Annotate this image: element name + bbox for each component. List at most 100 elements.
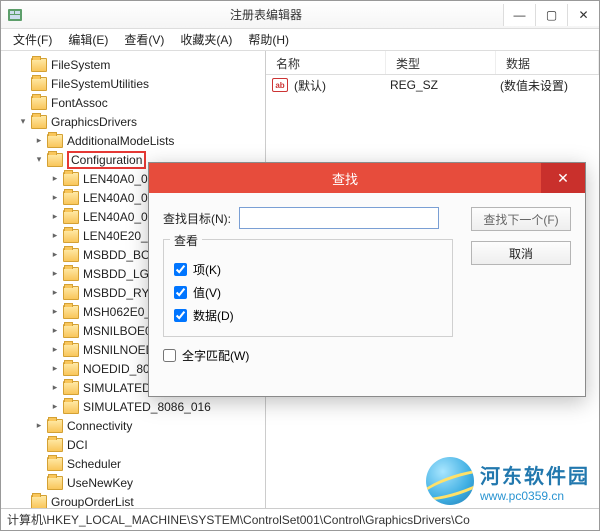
list-row[interactable]: ab (默认) REG_SZ (数值未设置) — [266, 75, 599, 95]
find-check-wholeword-box[interactable] — [163, 349, 176, 362]
col-type[interactable]: 类型 — [386, 51, 496, 74]
menu-favorites[interactable]: 收藏夹(A) — [172, 29, 240, 50]
find-next-button[interactable]: 查找下一个(F) — [471, 207, 571, 231]
watermark-url: www.pc0359.cn — [480, 489, 590, 503]
folder-icon — [63, 248, 79, 262]
expand-icon — [17, 78, 29, 90]
find-button-column: 查找下一个(F) 取消 — [471, 207, 571, 265]
watermark: 河东软件园 www.pc0359.cn — [426, 457, 590, 505]
tree-node[interactable]: ▸SIMULATED_8086_016 — [1, 397, 265, 416]
folder-icon — [63, 343, 79, 357]
tree-node[interactable]: FileSystemUtilities — [1, 74, 265, 93]
folder-icon — [63, 172, 79, 186]
find-dialog: 查找 ✕ 查找目标(N): 查看 项(K) 值(V) 数据(D) — [148, 162, 586, 397]
folder-icon — [63, 381, 79, 395]
col-name[interactable]: 名称 — [266, 51, 386, 74]
expand-icon[interactable]: ▸ — [33, 420, 45, 432]
tree-node-label: Connectivity — [67, 419, 132, 433]
find-target-input[interactable] — [239, 207, 439, 229]
folder-icon — [47, 457, 63, 471]
expand-icon[interactable]: ▸ — [33, 135, 45, 147]
folder-icon — [31, 96, 47, 110]
tree-node[interactable]: FontAssoc — [1, 93, 265, 112]
find-check-data[interactable]: 数据(D) — [174, 307, 442, 324]
find-dialog-titlebar[interactable]: 查找 ✕ — [149, 163, 585, 193]
col-data[interactable]: 数据 — [496, 51, 599, 74]
tree-node[interactable]: ▸AdditionalModeLists — [1, 131, 265, 150]
cell-name: (默认) — [294, 77, 390, 94]
tree-node[interactable]: FileSystem — [1, 55, 265, 74]
tree-node-label: DCI — [67, 438, 88, 452]
find-check-data-box[interactable] — [174, 309, 187, 322]
expand-icon[interactable]: ▾ — [17, 116, 29, 128]
folder-icon — [47, 438, 63, 452]
watermark-title: 河东软件园 — [480, 460, 590, 489]
menu-edit[interactable]: 编辑(E) — [60, 29, 116, 50]
expand-icon[interactable]: ▸ — [49, 230, 61, 242]
find-check-keys-box[interactable] — [174, 263, 187, 276]
find-check-wholeword[interactable]: 全字匹配(W) — [163, 347, 571, 364]
tree-node[interactable]: ▸ Connectivity — [1, 416, 265, 435]
tree-node[interactable]: UseNewKey — [1, 473, 265, 492]
menubar: 文件(F) 编辑(E) 查看(V) 收藏夹(A) 帮助(H) — [1, 29, 599, 51]
tree-node[interactable]: ▾ GraphicsDrivers — [1, 112, 265, 131]
expand-icon[interactable]: ▸ — [49, 325, 61, 337]
globe-icon — [426, 457, 474, 505]
maximize-button[interactable]: ▢ — [535, 4, 567, 26]
expand-icon[interactable]: ▸ — [49, 401, 61, 413]
menu-view[interactable]: 查看(V) — [116, 29, 172, 50]
folder-icon — [47, 419, 63, 433]
expand-icon[interactable]: ▸ — [49, 211, 61, 223]
titlebar: 注册表编辑器 — ▢ ✕ — [1, 1, 599, 29]
folder-icon — [63, 191, 79, 205]
menu-file[interactable]: 文件(F) — [5, 29, 60, 50]
folder-icon — [31, 77, 47, 91]
list-header: 名称 类型 数据 — [266, 51, 599, 75]
expand-icon[interactable]: ▸ — [49, 173, 61, 185]
folder-icon — [63, 305, 79, 319]
tree-node-label: LEN40A0_00 — [83, 172, 154, 186]
window-buttons: — ▢ ✕ — [503, 4, 599, 26]
expand-icon[interactable]: ▸ — [49, 382, 61, 394]
find-check-values[interactable]: 值(V) — [174, 284, 442, 301]
expand-icon[interactable]: ▸ — [49, 306, 61, 318]
close-button[interactable]: ✕ — [567, 4, 599, 26]
find-cancel-button[interactable]: 取消 — [471, 241, 571, 265]
tree-node-label: UseNewKey — [67, 476, 133, 490]
tree-node-label: GroupOrderList — [51, 495, 134, 509]
find-target-label: 查找目标(N): — [163, 210, 239, 227]
cell-type: REG_SZ — [390, 78, 500, 92]
tree-node-label: GraphicsDrivers — [51, 115, 137, 129]
find-check-keys[interactable]: 项(K) — [174, 261, 442, 278]
expand-icon — [33, 458, 45, 470]
tree-node-label: LEN40A0_00 — [83, 210, 154, 224]
expand-icon[interactable]: ▸ — [49, 344, 61, 356]
statusbar: 计算机\HKEY_LOCAL_MACHINE\SYSTEM\ControlSet… — [1, 508, 599, 530]
expand-icon[interactable]: ▾ — [33, 154, 45, 166]
find-check-values-box[interactable] — [174, 286, 187, 299]
tree-node[interactable]: Scheduler — [1, 454, 265, 473]
expand-icon[interactable]: ▸ — [49, 192, 61, 204]
menu-help[interactable]: 帮助(H) — [240, 29, 297, 50]
folder-icon — [63, 210, 79, 224]
tree-node[interactable]: DCI — [1, 435, 265, 454]
tree-node[interactable]: GroupOrderList — [1, 492, 265, 508]
folder-icon — [63, 267, 79, 281]
expand-icon[interactable]: ▸ — [49, 268, 61, 280]
string-value-icon: ab — [272, 78, 288, 92]
expand-icon[interactable]: ▸ — [49, 249, 61, 261]
expand-icon[interactable]: ▸ — [49, 363, 61, 375]
folder-icon — [47, 476, 63, 490]
tree-node-label: MSNILNOEDI — [83, 343, 158, 357]
status-path: 计算机\HKEY_LOCAL_MACHINE\SYSTEM\ControlSet… — [7, 511, 470, 528]
expand-icon — [17, 97, 29, 109]
minimize-button[interactable]: — — [503, 4, 535, 26]
expand-icon[interactable]: ▸ — [49, 287, 61, 299]
expand-icon — [33, 477, 45, 489]
app-icon — [7, 7, 23, 23]
folder-icon — [47, 134, 63, 148]
find-dialog-close-button[interactable]: ✕ — [541, 163, 585, 193]
tree-node-label: LEN40A0_00 — [83, 191, 154, 205]
folder-icon — [63, 324, 79, 338]
cell-data: (数值未设置) — [500, 77, 568, 94]
